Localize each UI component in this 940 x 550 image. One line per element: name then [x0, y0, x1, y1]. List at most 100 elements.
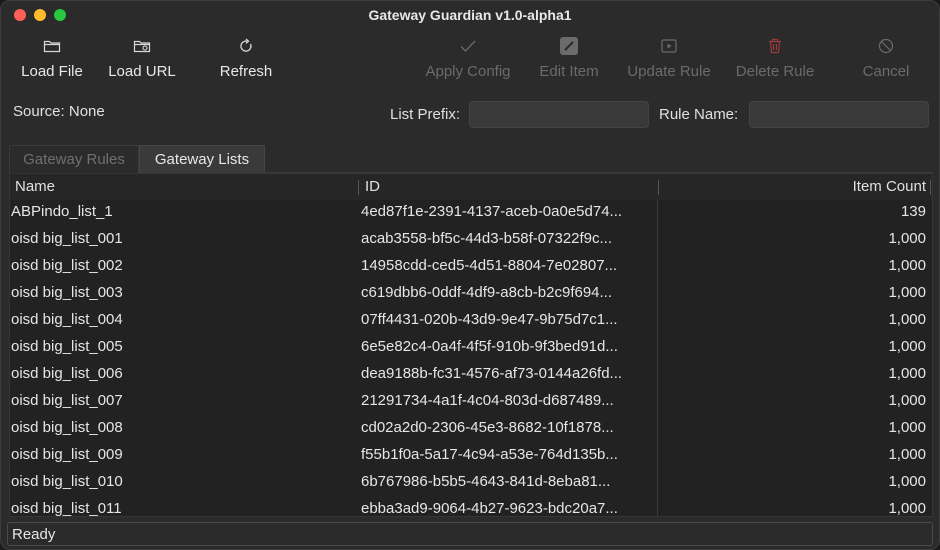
table-header: Name ID Item Count: [10, 174, 932, 200]
delete-rule-button[interactable]: Delete Rule: [731, 33, 819, 85]
list-id: 6e5e82c4-0a4f-4f5f-910b-9f3bed91d...: [361, 338, 618, 355]
update-icon: [661, 33, 677, 59]
column-divider: [657, 443, 658, 470]
rule-name-input[interactable]: [749, 101, 929, 128]
edit-item-button[interactable]: Edit Item: [535, 33, 603, 85]
refresh-label: Refresh: [219, 63, 273, 80]
maximize-window-button[interactable]: [54, 9, 66, 21]
table-body: ABPindo_list_1 4ed87f1e-2391-4137-aceb-0a…: [10, 200, 932, 517]
list-name: ABPindo_list_1: [11, 203, 113, 220]
column-divider: [657, 254, 658, 281]
column-header-name[interactable]: Name: [15, 178, 55, 195]
list-id: 07ff4431-020b-43d9-9e47-9b75d7c1...: [361, 311, 618, 328]
status-text: Ready: [12, 526, 56, 543]
item-count: 1,000: [888, 500, 926, 517]
table-row[interactable]: oisd big_list_010 6b767986-b5b5-4643-841d…: [10, 470, 932, 497]
list-id: 4ed87f1e-2391-4137-aceb-0a0e5d74...: [361, 203, 623, 220]
list-name: oisd big_list_002: [11, 257, 123, 274]
window-controls: [14, 9, 66, 21]
column-divider: [657, 281, 658, 308]
lists-table: Name ID Item Count ABPindo_list_1 4ed87f1…: [9, 173, 933, 517]
list-name: oisd big_list_004: [11, 311, 123, 328]
item-count: 1,000: [888, 284, 926, 301]
table-row[interactable]: ABPindo_list_1 4ed87f1e-2391-4137-aceb-0a…: [10, 200, 932, 227]
list-id: acab3558-bf5c-44d3-b58f-07322f9c...: [361, 230, 613, 247]
list-id: 6b767986-b5b5-4643-841d-8eba81...: [361, 473, 611, 490]
list-name: oisd big_list_003: [11, 284, 123, 301]
load-file-label: Load File: [21, 63, 83, 80]
column-divider[interactable]: [358, 180, 359, 195]
cancel-icon: [878, 33, 894, 59]
column-divider: [657, 335, 658, 362]
tab-gateway-rules[interactable]: Gateway Rules: [9, 145, 139, 173]
table-row[interactable]: oisd big_list_001 acab3558-bf5c-44d3-b58f…: [10, 227, 932, 254]
update-rule-label: Update Rule: [627, 63, 711, 80]
edit-icon: [559, 33, 579, 59]
column-divider: [657, 416, 658, 443]
list-name: oisd big_list_005: [11, 338, 123, 355]
list-name: oisd big_list_011: [11, 500, 122, 517]
list-id: cd02a2d0-2306-45e3-8682-10f1878...: [361, 419, 614, 436]
source-row: Source: None List Prefix: Rule Name:: [1, 97, 939, 131]
item-count: 1,000: [888, 365, 926, 382]
column-divider: [657, 227, 658, 254]
table-row[interactable]: oisd big_list_002 14958cdd-ced5-4d51-8804…: [10, 254, 932, 281]
refresh-icon: [238, 33, 254, 59]
cancel-label: Cancel: [862, 63, 910, 80]
item-count: 1,000: [888, 392, 926, 409]
column-divider: [657, 389, 658, 416]
list-name: oisd big_list_008: [11, 419, 123, 436]
list-id: dea9188b-fc31-4576-af73-0144a26fd...: [361, 365, 623, 382]
column-divider: [657, 308, 658, 335]
item-count: 1,000: [888, 257, 926, 274]
column-divider[interactable]: [658, 180, 659, 195]
list-name: oisd big_list_009: [11, 446, 123, 463]
table-row[interactable]: oisd big_list_009 f55b1f0a-5a17-4c94-a53e…: [10, 443, 932, 470]
table-row[interactable]: oisd big_list_008 cd02a2d0-2306-45e3-8682…: [10, 416, 932, 443]
refresh-button[interactable]: Refresh: [215, 33, 277, 85]
column-divider: [657, 200, 658, 227]
column-divider: [657, 362, 658, 389]
table-row[interactable]: oisd big_list_004 07ff4431-020b-43d9-9e47…: [10, 308, 932, 335]
table-row[interactable]: oisd big_list_011 ebba3ad9-9064-4b27-9623…: [10, 497, 932, 517]
load-url-button[interactable]: Load URL: [105, 33, 179, 85]
apply-config-label: Apply Config: [425, 63, 511, 80]
list-prefix-input[interactable]: [469, 101, 649, 128]
update-rule-button[interactable]: Update Rule: [623, 33, 715, 85]
item-count: 1,000: [888, 473, 926, 490]
folder-icon: [43, 33, 61, 59]
trash-icon: [768, 33, 782, 59]
table-row[interactable]: oisd big_list_003 c619dbb6-0ddf-4df9-a8cb…: [10, 281, 932, 308]
list-id: 21291734-4a1f-4c04-803d-d687489...: [361, 392, 614, 409]
load-url-label: Load URL: [108, 63, 176, 80]
cancel-button[interactable]: Cancel: [857, 33, 915, 85]
folder-link-icon: [133, 33, 151, 59]
column-header-item-count[interactable]: Item Count: [853, 178, 926, 195]
column-header-id[interactable]: ID: [365, 178, 380, 195]
item-count: 1,000: [888, 419, 926, 436]
list-name: oisd big_list_010: [11, 473, 123, 490]
column-divider[interactable]: [930, 180, 931, 195]
tab-gateway-lists[interactable]: Gateway Lists: [139, 145, 265, 173]
list-name: oisd big_list_001: [11, 230, 123, 247]
list-id: ebba3ad9-9064-4b27-9623-bdc20a7...: [361, 500, 618, 517]
item-count: 1,000: [888, 446, 926, 463]
column-divider: [657, 497, 658, 516]
item-count: 1,000: [888, 230, 926, 247]
minimize-window-button[interactable]: [34, 9, 46, 21]
list-id: c619dbb6-0ddf-4df9-a8cb-b2c9f694...: [361, 284, 613, 301]
toolbar: Load File Load URL Refresh Apply Config: [1, 33, 939, 85]
load-file-button[interactable]: Load File: [19, 33, 85, 85]
table-row[interactable]: oisd big_list_007 21291734-4a1f-4c04-803d…: [10, 389, 932, 416]
item-count: 1,000: [888, 311, 926, 328]
title-bar[interactable]: Gateway Guardian v1.0-alpha1: [1, 1, 939, 29]
source-status: Source: None: [13, 103, 105, 120]
table-row[interactable]: oisd big_list_006 dea9188b-fc31-4576-af73…: [10, 362, 932, 389]
item-count: 1,000: [888, 338, 926, 355]
item-count: 139: [900, 203, 926, 220]
column-divider: [657, 470, 658, 497]
list-id: f55b1f0a-5a17-4c94-a53e-764d135b...: [361, 446, 618, 463]
apply-config-button[interactable]: Apply Config: [421, 33, 515, 85]
close-window-button[interactable]: [14, 9, 26, 21]
table-row[interactable]: oisd big_list_005 6e5e82c4-0a4f-4f5f-910b…: [10, 335, 932, 362]
